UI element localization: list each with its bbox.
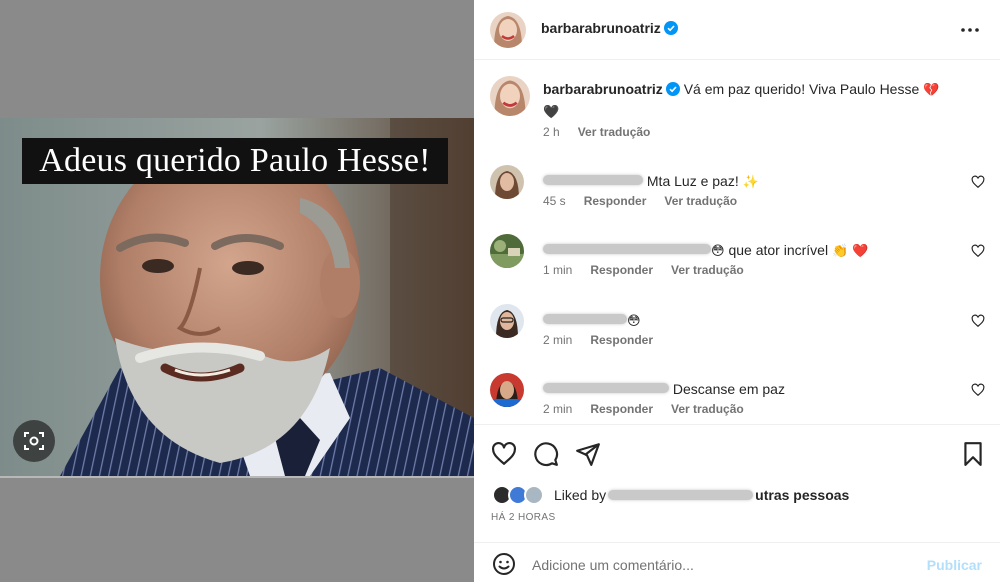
- caption-translate-link[interactable]: Ver tradução: [578, 125, 651, 139]
- black-heart-emoji: 🖤: [543, 105, 560, 120]
- blurred-username[interactable]: [543, 175, 643, 185]
- post-timestamp[interactable]: Há 2 horas: [491, 512, 556, 523]
- caption-comment: barbarabrunoatriz Vá em paz querido! Viv…: [490, 76, 985, 146]
- broken-heart-emoji: 💔: [923, 83, 940, 98]
- commenter-avatar[interactable]: [490, 165, 524, 199]
- liked-avatars: [492, 485, 550, 505]
- post-actions: Liked by utras pessoas Há 2 horas: [474, 424, 1000, 542]
- commenter-avatar[interactable]: [490, 373, 524, 407]
- comment-item: Descanse em paz 2 min Responder Ver traduç…: [490, 373, 985, 423]
- translate-link[interactable]: Ver tradução: [671, 263, 744, 277]
- smiley-icon[interactable]: [492, 552, 516, 576]
- liked-by: Liked by utras pessoas: [492, 485, 849, 505]
- caption-author-avatar[interactable]: [490, 76, 530, 116]
- post-media[interactable]: Adeus querido Paulo Hesse!: [0, 0, 474, 582]
- comment-icon[interactable]: [533, 441, 559, 467]
- comment-text: 😳: [543, 310, 943, 332]
- publish-button[interactable]: Publicar: [927, 557, 982, 573]
- bookmark-icon[interactable]: [960, 441, 986, 467]
- caption-time[interactable]: 2 h: [543, 125, 560, 139]
- comment-text: Mta Luz e paz! ✨: [543, 171, 943, 193]
- commenter-avatar[interactable]: [490, 304, 524, 338]
- comment-like-heart-icon[interactable]: [971, 175, 985, 189]
- reply-button[interactable]: Responder: [590, 263, 653, 277]
- comment-meta: 2 min Responder Ver tradução: [543, 402, 762, 416]
- comment-meta: 2 min Responder: [543, 333, 671, 347]
- comment-item: 😳 2 min Responder: [490, 304, 985, 354]
- send-icon[interactable]: [575, 441, 601, 467]
- commenter-avatar[interactable]: [490, 234, 524, 268]
- comment-meta: 45 s Responder Ver tradução: [543, 194, 755, 208]
- reply-button[interactable]: Responder: [590, 402, 653, 416]
- blurred-username[interactable]: [543, 383, 669, 393]
- comment-time[interactable]: 1 min: [543, 263, 572, 277]
- comment-text: Descanse em paz: [543, 379, 943, 399]
- translate-link[interactable]: Ver tradução: [671, 402, 744, 416]
- visual-search-button[interactable]: [13, 420, 55, 462]
- flushed-emoji: 😳: [711, 244, 725, 259]
- blurred-username[interactable]: [543, 244, 711, 254]
- author-avatar[interactable]: [490, 12, 526, 48]
- comments-list[interactable]: barbarabrunoatriz Vá em paz querido! Viv…: [474, 61, 1000, 423]
- liker-avatar[interactable]: [524, 485, 544, 505]
- comment-time[interactable]: 2 min: [543, 333, 572, 347]
- caption-username[interactable]: barbarabrunoatriz: [543, 81, 663, 97]
- post-panel: barbarabrunoatriz barbarabrunoatriz Vá e…: [474, 0, 1000, 582]
- comment-time[interactable]: 45 s: [543, 194, 566, 208]
- reply-button[interactable]: Responder: [590, 333, 653, 347]
- caption-message: Vá em paz querido! Viva Paulo Hesse: [683, 81, 920, 97]
- blurred-username[interactable]: [543, 314, 627, 324]
- comment-like-heart-icon[interactable]: [971, 244, 985, 258]
- more-horizontal-icon[interactable]: [960, 22, 980, 38]
- clap-heart-emoji: 👏 ❤️: [831, 244, 869, 259]
- flushed-emoji: 😳: [627, 314, 641, 329]
- comment-text: 😳 que ator incrível 👏 ❤️: [543, 240, 943, 262]
- visual-search-icon: [24, 432, 44, 450]
- comment-meta: 1 min Responder Ver tradução: [543, 263, 762, 277]
- reply-button[interactable]: Responder: [584, 194, 647, 208]
- media-caption: Adeus querido Paulo Hesse!: [22, 138, 448, 184]
- comment-time[interactable]: 2 min: [543, 402, 572, 416]
- verified-badge-icon: [663, 21, 678, 35]
- media-letterbox-bottom: [0, 476, 474, 582]
- post-header: barbarabrunoatriz: [474, 0, 1000, 60]
- comment-message: que ator incrível: [728, 242, 829, 258]
- author-username[interactable]: barbarabrunoatriz: [541, 20, 678, 36]
- comment-like-heart-icon[interactable]: [971, 314, 985, 328]
- add-comment-bar: Publicar: [474, 542, 1000, 582]
- comment-input[interactable]: [532, 553, 912, 577]
- sparkles-emoji: ✨: [742, 175, 759, 190]
- comment-item: 😳 que ator incrível 👏 ❤️ 1 min Responder V…: [490, 234, 985, 284]
- comment-item: Mta Luz e paz! ✨ 45 s Responder Ver traduç…: [490, 165, 985, 215]
- caption-meta: 2 h Ver tradução: [543, 125, 668, 139]
- comment-message: Mta Luz e paz!: [646, 173, 739, 189]
- comment-message: Descanse em paz: [672, 381, 785, 397]
- liked-by-prefix: Liked by: [554, 487, 607, 503]
- media-letterbox-top: [0, 0, 474, 118]
- heart-icon[interactable]: [491, 441, 517, 467]
- verified-badge-icon: [665, 82, 680, 96]
- translate-link[interactable]: Ver tradução: [664, 194, 737, 208]
- liked-by-others[interactable]: utras pessoas: [755, 487, 849, 503]
- comment-like-heart-icon[interactable]: [971, 383, 985, 397]
- blurred-liker-name[interactable]: [608, 490, 754, 500]
- caption-text: barbarabrunoatriz Vá em paz querido! Viv…: [543, 79, 953, 123]
